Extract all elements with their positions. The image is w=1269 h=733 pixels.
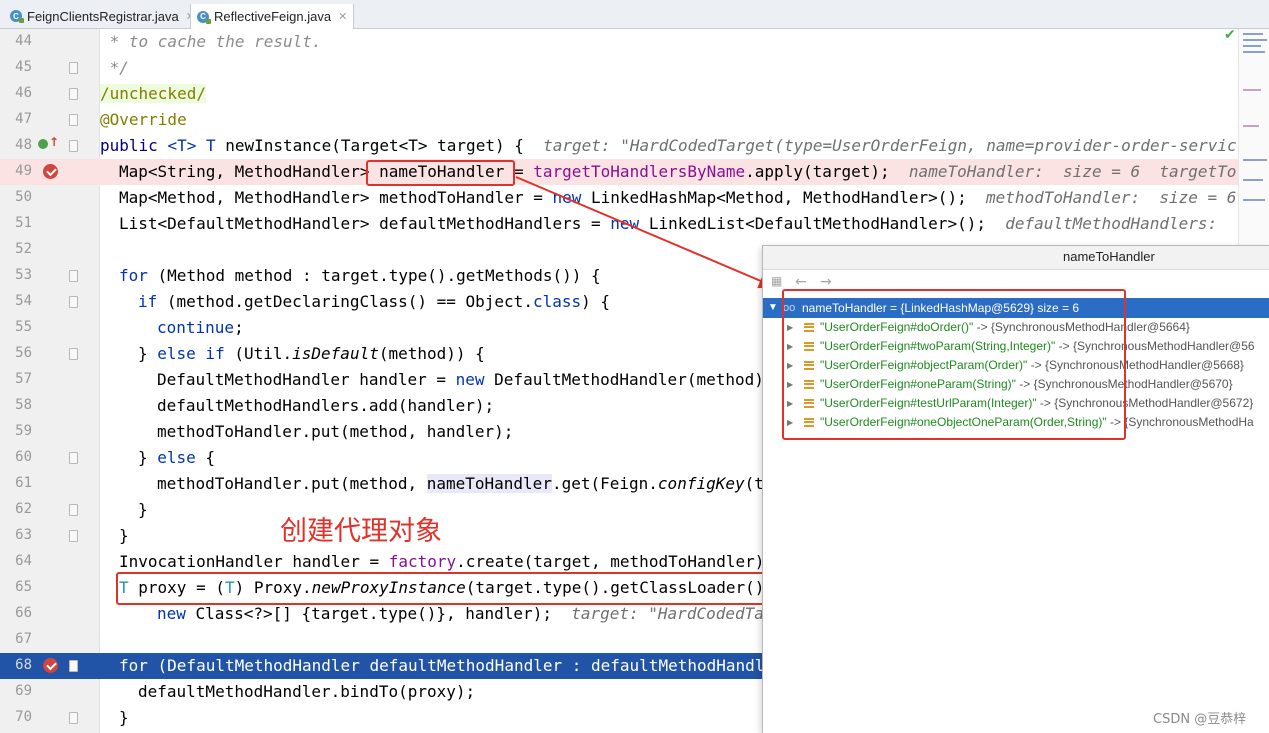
forward-arrow-icon[interactable]: → [820,274,832,290]
list-entry-icon [804,418,814,427]
expand-icon[interactable]: ▶ [787,318,793,337]
entry-key: "UserOrderFeign#doOrder()" [820,320,974,334]
expand-icon[interactable]: ▶ [787,394,793,413]
object-icon: oo [783,302,796,314]
entry-key: "UserOrderFeign#twoParam(String,Integer)… [820,339,1056,353]
tree-entry[interactable]: ▶ "UserOrderFeign#oneParam(String)" -> {… [763,375,1269,394]
tree-root-node[interactable]: ▼ oo nameToHandler = {LinkedHashMap@5629… [763,298,1269,318]
expand-icon[interactable]: ▶ [787,337,793,356]
list-entry-icon [804,380,814,389]
entry-value: -> {SynchronousMethodHandler@5670} [1015,377,1233,391]
tree-entry[interactable]: ▶ "UserOrderFeign#oneObjectOneParam(Orde… [763,413,1269,432]
list-entry-icon [804,342,814,351]
list-entry-icon [804,323,814,332]
back-arrow-icon[interactable]: ← [795,274,807,290]
list-entry-icon [804,399,814,408]
expand-icon[interactable]: ▶ [787,413,793,432]
expand-icon[interactable]: ▶ [787,356,793,375]
evaluate-icon[interactable]: ▦ [771,274,782,288]
expand-icon[interactable]: ▶ [787,375,793,394]
tree-root-label: nameToHandler = {LinkedHashMap@5629} siz… [802,301,1080,315]
entry-key: "UserOrderFeign#oneObjectOneParam(Order,… [820,415,1107,429]
popup-title: nameToHandler [763,246,1269,270]
entry-value: -> {SynchronousMethodHandler@5668} [1027,358,1244,372]
entry-key: "UserOrderFeign#testUrlParam(Integer)" [820,396,1037,410]
entry-key: "UserOrderFeign#oneParam(String)" [820,377,1016,391]
tree-entry[interactable]: ▶ "UserOrderFeign#doOrder()" -> {Synchro… [763,318,1269,337]
entry-value: -> {SynchronousMethodHandler@5664} [973,320,1190,334]
entry-value: -> {SynchronousMethodHandler@5672} [1036,396,1254,410]
entry-value: -> {SynchronousMethodHandler@56 [1055,339,1255,353]
entry-key: "UserOrderFeign#objectParam(Order)" [820,358,1028,372]
collapse-icon[interactable]: ▼ [768,298,778,318]
list-entry-icon [804,361,814,370]
tree-entry[interactable]: ▶ "UserOrderFeign#twoParam(String,Intege… [763,337,1269,356]
watermark: CSDN @豆恭梓 [1153,712,1247,727]
tree-entry[interactable]: ▶ "UserOrderFeign#objectParam(Order)" ->… [763,356,1269,375]
tree-entry[interactable]: ▶ "UserOrderFeign#testUrlParam(Integer)"… [763,394,1269,413]
entry-value: -> {SynchronousMethodHa [1106,415,1254,429]
variable-inspect-popup[interactable]: nameToHandler ▦ ← → ▼ oo nameToHandler =… [762,245,1269,733]
annotation-label: 创建代理对象 [280,516,442,547]
popup-toolbar: ▦ ← → [763,270,1269,294]
